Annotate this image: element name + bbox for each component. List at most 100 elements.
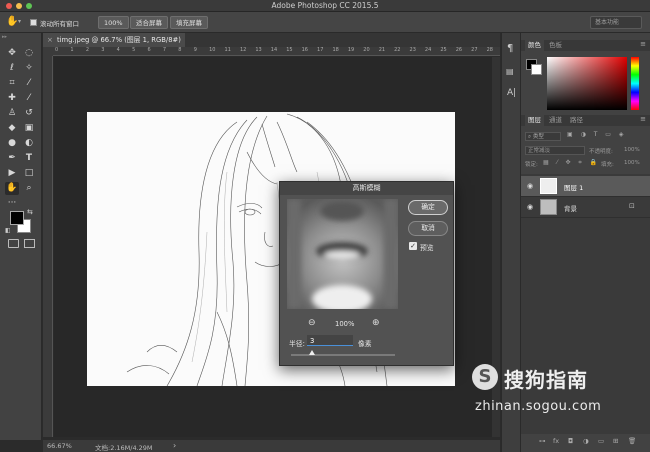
cancel-button[interactable]: 取消	[408, 221, 448, 236]
radius-unit: 像素	[358, 340, 372, 348]
eraser-icon[interactable]: ◆	[5, 122, 19, 135]
layer-name[interactable]: 图层 1	[564, 182, 583, 192]
tab-color[interactable]: 颜色	[525, 40, 544, 51]
ruler-horizontal[interactable]: 0 1 2 3 4 5 6 7 8 9 10 11 12 13 14 15 16 17 18 19 20 21 22 23 24…	[53, 47, 500, 56]
watermark-brand: 搜狗指南	[504, 368, 588, 392]
brush-icon[interactable]: ⁄	[22, 92, 36, 105]
panel-menu-icon[interactable]: ≡	[640, 40, 646, 48]
pen-icon[interactable]: ✒	[5, 152, 19, 165]
ruler-tick-label: 5	[132, 47, 136, 53]
adjustment-icon[interactable]: ◑	[583, 437, 589, 445]
history-brush-icon[interactable]: ↺	[22, 107, 36, 120]
zoom-in-icon[interactable]: ⊕	[372, 318, 380, 328]
hand-icon[interactable]: ✋	[5, 182, 19, 195]
group-icon[interactable]: ▭	[598, 437, 604, 445]
marquee-icon[interactable]: ◌	[22, 47, 36, 60]
filter-icons[interactable]: ▣ ◑ T ▭ ◈	[567, 131, 626, 138]
move-icon[interactable]: ✥	[5, 47, 19, 60]
ruler-tick-label: 1	[70, 47, 74, 53]
lasso-icon[interactable]: ℓ	[5, 62, 19, 75]
screen-mode-icon[interactable]	[24, 239, 35, 248]
foreground-color-swatch[interactable]	[10, 211, 24, 225]
radius-value: 3	[310, 337, 315, 345]
radius-input[interactable]: 3	[307, 335, 353, 346]
tools-panel: ▸▸ ✥ ◌ ℓ ✧ ⌗ ⁄ ✚ ⁄ ♙ ↺ ◆ ▣ ● ◐ ✒ T ▶ □ ✋…	[0, 33, 42, 440]
eye-icon[interactable]: ◉	[527, 182, 533, 190]
quick-mask-icon[interactable]	[8, 239, 19, 248]
layers-menu-icon[interactable]: ≡	[640, 115, 646, 123]
ruler-tick-label: 28	[486, 47, 493, 53]
zoom-100-button[interactable]: 100%	[98, 16, 129, 29]
default-colors-icon[interactable]: ◧	[5, 227, 11, 234]
healing-brush-icon[interactable]: ✚	[5, 92, 19, 105]
hue-slider[interactable]	[631, 57, 639, 110]
layer-row-layer1[interactable]: ◉ 图层 1	[521, 176, 650, 197]
link-layers-icon[interactable]: ⊶	[539, 437, 546, 445]
ruler-tick-label: 2	[85, 47, 89, 53]
tool-preset-dropdown-icon[interactable]: ▾	[18, 18, 21, 25]
fit-screen-button[interactable]: 适合屏幕	[130, 16, 168, 29]
gradient-icon[interactable]: ▣	[22, 122, 36, 135]
rectangle-icon[interactable]: □	[22, 167, 36, 180]
status-zoom[interactable]: 66.67%	[47, 442, 72, 450]
color-picker-field[interactable]	[547, 57, 627, 110]
radius-slider-thumb[interactable]	[308, 350, 315, 355]
hand-tool-icon[interactable]: ✋	[6, 16, 18, 27]
tab-swatches[interactable]: 色板	[546, 40, 565, 51]
status-menu-arrow-icon[interactable]: ›	[173, 441, 176, 450]
ruler-tick-label: 4	[116, 47, 120, 53]
stamp-icon[interactable]: ♙	[5, 107, 19, 120]
status-doc-info: 文档:2.16M/4.29M	[95, 444, 153, 452]
options-bar: ✋ ▾ 滚动所有窗口 100% 适合屏幕 填充屏幕 基本功能	[0, 12, 650, 33]
ok-button[interactable]: 确定	[408, 200, 448, 215]
ruler-vertical[interactable]	[43, 56, 53, 437]
ruler-tick-label: 16	[301, 47, 308, 53]
tab-paths[interactable]: 路径	[567, 115, 586, 126]
workspace-select[interactable]: 基本功能	[590, 16, 642, 29]
eyedropper-icon[interactable]: ⁄	[22, 77, 36, 90]
fill-label: 填充:	[601, 162, 614, 168]
more-tools-icon[interactable]: ···	[5, 197, 19, 210]
blend-mode-select[interactable]: 正常减淡	[525, 146, 585, 155]
ruler-tick-label: 21	[378, 47, 386, 53]
zoom-icon[interactable]: ⌕	[22, 182, 36, 195]
ruler-tick-label: 14	[270, 47, 278, 53]
document-tab[interactable]: × timg.jpeg @ 66.7% (图层 1, RGB/8#) *	[43, 33, 185, 58]
crop-icon[interactable]: ⌗	[5, 77, 19, 90]
ruler-tick-label: 25	[440, 47, 447, 53]
layer-kind-filter[interactable]: ⌕ 类型	[525, 132, 561, 141]
tab-channels[interactable]: 通道	[546, 115, 565, 126]
fx-icon[interactable]: fx	[553, 437, 559, 445]
layer-name[interactable]: 背景	[564, 203, 577, 213]
character-icon[interactable]: ▤	[506, 67, 514, 76]
lock-icons[interactable]: ▦ ⁄ ✥ ⌗ 🔒	[543, 159, 600, 167]
color-bg-swatch[interactable]	[531, 64, 542, 75]
swap-colors-icon[interactable]: ⇆	[27, 208, 33, 216]
layers-footer: ⊶ fx ◘ ◑ ▭ ⊞ 🗑	[521, 435, 650, 449]
glyphs-icon[interactable]: A|	[507, 88, 516, 98]
zoom-out-icon[interactable]: ⊖	[308, 318, 316, 328]
opacity-value[interactable]: 100%	[624, 147, 640, 153]
new-layer-icon[interactable]: ⊞	[613, 437, 618, 445]
path-select-icon[interactable]: ▶	[5, 167, 19, 180]
tools-collapse-icon[interactable]: ▸▸	[2, 34, 7, 40]
layer-row-background[interactable]: ◉ 背景 ⊡	[521, 197, 650, 218]
tab-layers[interactable]: 图层	[525, 115, 544, 126]
add-mask-icon[interactable]: ◘	[568, 437, 573, 445]
scroll-all-windows-checkbox[interactable]	[30, 19, 37, 26]
type-icon[interactable]: T	[22, 152, 36, 165]
preview-checkbox[interactable]: ✓	[409, 242, 417, 250]
fill-screen-button[interactable]: 填充屏幕	[170, 16, 208, 29]
delete-layer-icon[interactable]: 🗑	[628, 437, 636, 445]
blur-preview[interactable]	[287, 199, 398, 309]
magic-wand-icon[interactable]: ✧	[22, 62, 36, 75]
eye-icon[interactable]: ◉	[527, 203, 533, 211]
paragraph-icon[interactable]: ¶	[507, 43, 513, 54]
fill-value[interactable]: 100%	[624, 160, 640, 166]
radius-slider-track[interactable]	[291, 354, 395, 356]
blur-icon[interactable]: ●	[5, 137, 19, 150]
status-bar: 66.67% 文档:2.16M/4.29M ›	[43, 440, 500, 452]
close-tab-icon[interactable]: ×	[47, 33, 53, 47]
color-panel-tabs: 颜色 色板 ≡	[521, 40, 650, 51]
dodge-icon[interactable]: ◐	[22, 137, 36, 150]
